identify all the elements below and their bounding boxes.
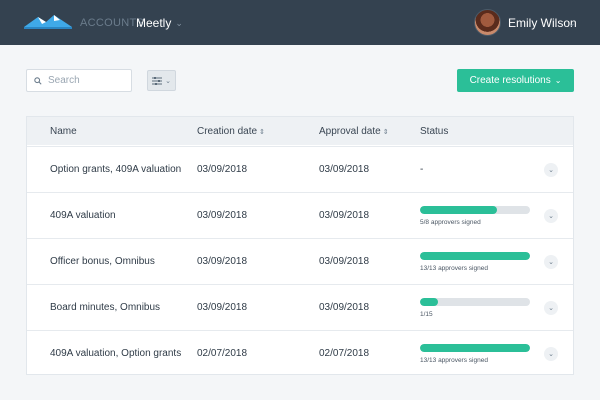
approval-progress-bar	[420, 206, 530, 214]
table-row[interactable]: Board minutes, Omnibus 03/09/2018 03/09/…	[27, 284, 573, 330]
user-name[interactable]: Emily Wilson	[508, 16, 577, 30]
user-menu-chevron-icon[interactable]: ⌄	[568, 18, 576, 29]
row-creation-date: 03/09/2018	[197, 164, 248, 175]
approval-progress-fill	[420, 206, 497, 214]
table-row[interactable]: Option grants, 409A valuation 03/09/2018…	[27, 146, 573, 192]
approval-progress-fill	[420, 252, 530, 260]
approval-progress-fill	[420, 298, 438, 306]
column-label: Creation date	[197, 126, 258, 137]
row-approval-date: 03/09/2018	[319, 302, 370, 313]
search-icon	[34, 76, 42, 85]
search-input[interactable]	[48, 75, 128, 86]
filter-button[interactable]: ⌄	[147, 70, 176, 91]
top-bar: ACCOUNTS Meetly ⌄ Emily Wilson ⌄	[0, 0, 600, 45]
expand-chevron-icon[interactable]: ⌄	[544, 255, 558, 269]
filter-icon	[152, 72, 163, 90]
column-label: Name	[50, 126, 77, 137]
sort-icon: ⇕	[382, 128, 389, 136]
approval-progress-bar	[420, 344, 530, 352]
company-name: Meetly	[136, 16, 172, 30]
avatar[interactable]	[474, 9, 501, 36]
table-header: Name Creation date ⇕ Approval date ⇕ Sta…	[27, 117, 573, 145]
row-name: Option grants, 409A valuation	[50, 164, 182, 175]
search-box	[26, 69, 132, 92]
chevron-down-icon: ⌄	[554, 76, 562, 85]
row-approval-date: 03/09/2018	[319, 164, 370, 175]
expand-chevron-icon[interactable]: ⌄	[544, 163, 558, 177]
chevron-down-icon: ⌄	[165, 77, 171, 85]
company-logo-icon[interactable]	[24, 13, 72, 31]
row-approval-date: 02/07/2018	[319, 348, 370, 359]
column-header-creation-date[interactable]: Creation date ⇕	[197, 126, 265, 137]
approvers-signed-label: 13/13 approvers signed	[420, 357, 488, 364]
column-label: Status	[420, 126, 449, 137]
expand-chevron-icon[interactable]: ⌄	[544, 209, 558, 223]
table-row[interactable]: 409A valuation 03/09/2018 03/09/2018 5/8…	[27, 192, 573, 238]
row-name: 409A valuation	[50, 210, 116, 221]
approvers-signed-label: 13/13 approvers signed	[420, 265, 488, 272]
company-switcher[interactable]: Meetly ⌄	[136, 16, 183, 30]
row-name: Officer bonus, Omnibus	[50, 256, 155, 267]
row-creation-date: 03/09/2018	[197, 210, 248, 221]
column-header-approval-date[interactable]: Approval date ⇕	[319, 126, 389, 137]
create-resolutions-button[interactable]: Create resolutions ⌄	[457, 69, 574, 92]
approval-progress-bar	[420, 252, 530, 260]
resolutions-table: Name Creation date ⇕ Approval date ⇕ Sta…	[26, 116, 574, 375]
approvers-signed-label: 1/15	[420, 311, 433, 318]
row-approval-date: 03/09/2018	[319, 210, 370, 221]
row-name: Board minutes, Omnibus	[50, 302, 161, 313]
row-status-text: -	[420, 164, 424, 175]
approval-progress-bar	[420, 298, 530, 306]
table-row[interactable]: Officer bonus, Omnibus 03/09/2018 03/09/…	[27, 238, 573, 284]
create-resolutions-label: Create resolutions	[469, 75, 551, 86]
column-header-status: Status	[420, 126, 448, 137]
approvers-signed-label: 5/8 approvers signed	[420, 219, 481, 226]
chevron-down-icon: ⌄	[175, 17, 183, 28]
row-creation-date: 02/07/2018	[197, 348, 248, 359]
row-name: 409A valuation, Option grants	[50, 348, 182, 359]
expand-chevron-icon[interactable]: ⌄	[544, 347, 558, 361]
sort-icon: ⇕	[259, 128, 265, 136]
expand-chevron-icon[interactable]: ⌄	[544, 301, 558, 315]
breadcrumb-accounts[interactable]: ACCOUNTS	[80, 17, 144, 29]
row-creation-date: 03/09/2018	[197, 256, 248, 267]
table-row[interactable]: 409A valuation, Option grants 02/07/2018…	[27, 330, 573, 376]
approval-progress-fill	[420, 344, 530, 352]
column-header-name[interactable]: Name	[50, 126, 77, 137]
row-creation-date: 03/09/2018	[197, 302, 248, 313]
row-approval-date: 03/09/2018	[319, 256, 370, 267]
column-label: Approval date	[319, 126, 381, 137]
